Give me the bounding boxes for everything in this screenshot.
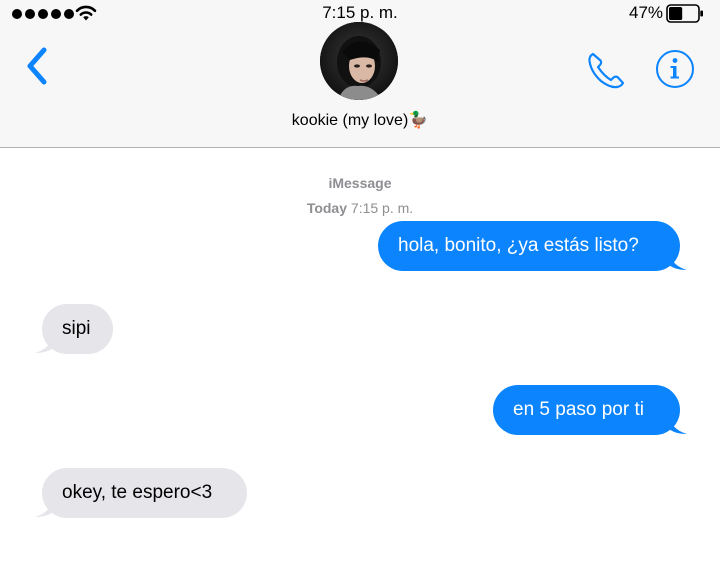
incoming-message[interactable]: sipi [42,304,113,354]
timestamp-day: Today [306,200,348,216]
battery-icon [666,4,703,23]
messages-screen: 7:15 p. m. 47% kookie (my love)🦆 iMessag… [0,0,720,563]
conversation-header: kookie (my love)🦆 [0,22,720,148]
timestamp-time: 7:15 p. m. [350,200,414,216]
incoming-message[interactable]: okey, te espero<3 [42,468,247,518]
avatar-photo [320,22,398,100]
battery-percent: 47% [629,3,664,22]
outgoing-message[interactable]: en 5 paso por ti [493,385,680,435]
conversation-timestamp: Today 7:15 p. m. [0,199,720,217]
contact-name[interactable]: kookie (my love)🦆 [0,110,720,132]
contact-avatar[interactable] [320,22,398,100]
phone-icon[interactable] [584,48,628,92]
outgoing-message[interactable]: hola, bonito, ¿ya estás listo? [378,221,680,271]
signal-dots-icon [12,9,74,19]
info-icon[interactable] [654,48,696,90]
service-label: iMessage [328,175,392,191]
status-time: 7:15 p. m. [322,3,398,22]
chevron-left-icon[interactable] [22,46,52,86]
wifi-icon [75,5,97,21]
